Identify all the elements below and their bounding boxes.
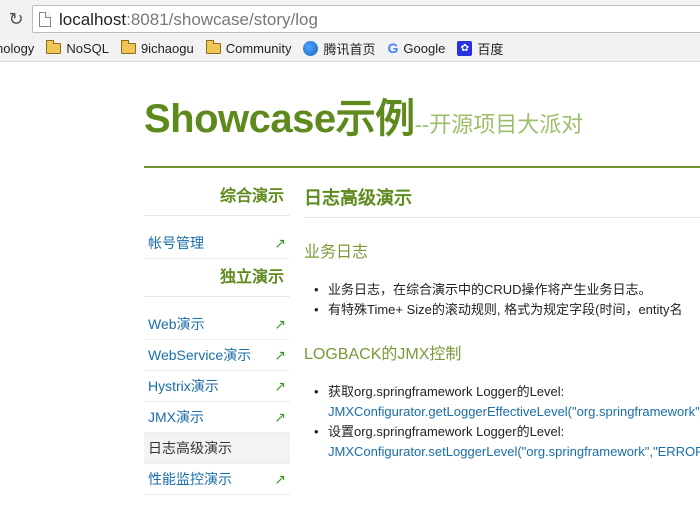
reload-icon[interactable]: ↻	[6, 9, 26, 29]
section-title-business-log: 业务日志	[304, 244, 369, 261]
tencent-icon	[303, 40, 319, 56]
external-arrow-icon: ↗	[274, 378, 286, 394]
bookmarks-bar: nology NoSQL 9ichaogu Community 腾讯首页 GGo…	[0, 37, 515, 59]
list-item: 有特殊Time+ Size的滚动规则, 格式为规定字段(时间，entity名	[312, 300, 700, 320]
folder-icon	[205, 39, 221, 54]
jmx-set-level-link[interactable]: JMXConfigurator.setLoggerLevel("org.spri…	[328, 442, 700, 462]
external-arrow-icon: ↗	[274, 409, 286, 425]
baidu-icon: ✿	[457, 40, 473, 56]
sidebar-item-jmx[interactable]: JMX演示 ↗	[144, 402, 290, 433]
sidebar-item-performance[interactable]: 性能监控演示 ↗	[144, 464, 290, 495]
sidebar-item-web[interactable]: Web演示 ↗	[144, 309, 290, 340]
folder-icon	[120, 39, 136, 54]
sidebar-item-webservice[interactable]: WebService演示 ↗	[144, 340, 290, 371]
google-icon: G	[387, 40, 399, 56]
url-text[interactable]: localhost:8081/showcase/story/log	[59, 10, 318, 30]
list-item: 获取org.springframework Logger的Level: JMXC…	[312, 382, 700, 422]
list-item: 业务日志，在综合演示中的CRUD操作将产生业务日志。	[312, 280, 700, 300]
external-arrow-icon: ↗	[274, 471, 286, 487]
page-title: 日志高级演示	[304, 178, 700, 218]
bookmark-google[interactable]: G Google	[388, 40, 446, 56]
browser-chrome: ↻ localhost:8081/showcase/story/log nolo…	[0, 0, 700, 62]
address-bar[interactable]: localhost:8081/showcase/story/log	[32, 5, 700, 33]
external-arrow-icon: ↗	[274, 316, 286, 332]
bookmark-baidu[interactable]: ✿ 百度	[457, 39, 503, 58]
sidebar-group-standalone: 独立演示	[144, 259, 290, 297]
sidebar-item-account[interactable]: 帐号管理 ↗	[144, 228, 290, 259]
folder-icon	[46, 39, 62, 54]
jmx-list: 获取org.springframework Logger的Level: JMXC…	[312, 382, 700, 462]
bookmark-nosql[interactable]: NoSQL	[46, 39, 109, 56]
jmx-get-level-link[interactable]: JMXConfigurator.getLoggerEffectiveLevel(…	[328, 402, 700, 422]
main-content: 日志高级演示 业务日志 业务日志，在综合演示中的CRUD操作将产生业务日志。 有…	[304, 178, 700, 462]
external-arrow-icon: ↗	[274, 347, 286, 363]
bookmark-tencent[interactable]: 腾讯首页	[303, 39, 376, 58]
site-header: Showcase示例--开源项目大派对	[144, 86, 583, 144]
bookmark-community[interactable]: Community	[205, 39, 291, 56]
list-item: 设置org.springframework Logger的Level: JMXC…	[312, 422, 700, 462]
site-tagline: --开源项目大派对	[414, 112, 584, 137]
section-title-jmx: LOGBACK的JMX控制	[304, 346, 462, 363]
sidebar: 综合演示 帐号管理 ↗ 独立演示 Web演示 ↗ WebService演示 ↗ …	[144, 178, 290, 495]
bookmark-9ichaogu[interactable]: 9ichaogu	[120, 39, 194, 56]
bookmark-technology[interactable]: nology	[0, 41, 34, 56]
sidebar-item-hystrix[interactable]: Hystrix演示 ↗	[144, 371, 290, 402]
sidebar-item-log-advanced[interactable]: 日志高级演示	[144, 433, 290, 464]
site-logo: Showcase示例	[144, 97, 415, 141]
business-log-list: 业务日志，在综合演示中的CRUD操作将产生业务日志。 有特殊Time+ Size…	[312, 280, 700, 320]
header-divider	[144, 166, 700, 168]
sidebar-group-integrated: 综合演示	[144, 178, 290, 216]
page-icon	[39, 12, 51, 27]
external-arrow-icon: ↗	[274, 235, 286, 251]
